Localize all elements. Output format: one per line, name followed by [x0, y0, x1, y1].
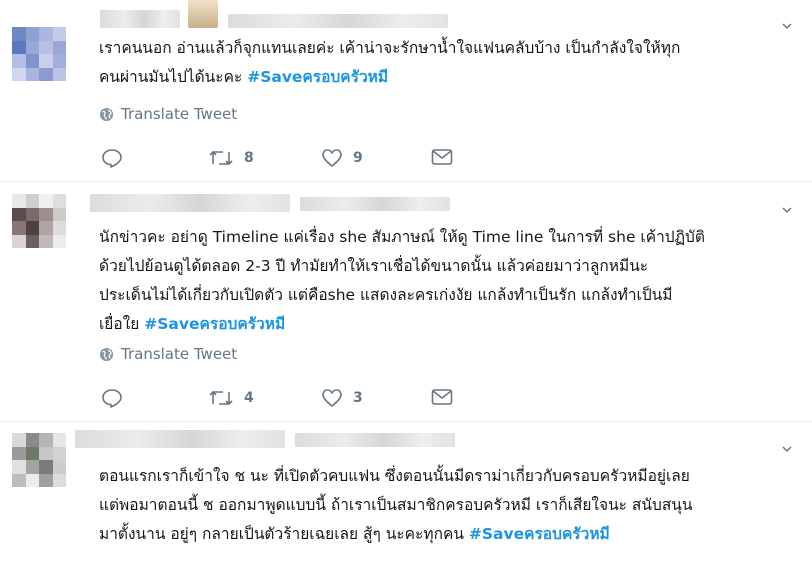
blurred-username[interactable]: [75, 430, 285, 448]
tweet-text: นักข่าวคะ อย่าดู Timeline แค่เรื่อง she …: [99, 223, 799, 339]
heart-icon: [322, 389, 342, 407]
like-button[interactable]: 9: [321, 148, 363, 168]
chevron-down-icon[interactable]: [782, 21, 792, 31]
direct-message-button[interactable]: [431, 388, 453, 406]
retweet-count: 4: [244, 390, 254, 406]
avatar[interactable]: [12, 194, 66, 248]
hashtag-link[interactable]: #Saveครอบครัวหมี: [469, 525, 610, 543]
blurred-username[interactable]: [100, 10, 180, 28]
like-count: 3: [353, 390, 363, 406]
tweet-text: เราคนนอก อ่านแล้วก็จุกแทนเลยค่ะ เค้าน่าจ…: [99, 34, 799, 92]
avatar[interactable]: [12, 27, 66, 81]
reply-button[interactable]: [101, 148, 123, 168]
chevron-down-icon[interactable]: [782, 205, 792, 215]
tweet-3[interactable]: ตอนแรกเราก็เข้าใจ ช นะ ที่เปิดตัวคบแฟน ซ…: [0, 421, 812, 561]
chevron-down-icon[interactable]: [782, 444, 792, 454]
hashtag-link[interactable]: #Saveครอบครัวหมี: [247, 68, 388, 86]
blurred-handle[interactable]: [228, 14, 448, 28]
retweet-button[interactable]: 4: [208, 388, 254, 408]
heart-icon: [322, 149, 342, 167]
tweet-body: เราคนนอก อ่านแล้วก็จุกแทนเลยค่ะ เค้าน่าจ…: [99, 39, 681, 86]
direct-message-button[interactable]: [431, 148, 453, 166]
tweet-2[interactable]: นักข่าวคะ อย่าดู Timeline แค่เรื่อง she …: [0, 181, 812, 422]
retweet-count: 8: [244, 150, 254, 166]
retweet-button[interactable]: 8: [208, 148, 254, 168]
translate-tweet-link[interactable]: Translate Tweet: [99, 105, 237, 123]
globe-icon: [99, 347, 114, 361]
like-count: 9: [353, 150, 363, 166]
hashtag-link[interactable]: #Saveครอบครัวหมี: [144, 315, 285, 333]
like-button[interactable]: 3: [321, 388, 363, 408]
translate-tweet-link[interactable]: Translate Tweet: [99, 345, 237, 363]
blurred-handle[interactable]: [300, 197, 450, 211]
blurred-username[interactable]: [90, 194, 290, 212]
avatar[interactable]: [12, 433, 66, 487]
tweet-1[interactable]: เราคนนอก อ่านแล้วก็จุกแทนเลยค่ะ เค้าน่าจ…: [0, 0, 812, 182]
envelope-icon: [431, 389, 453, 405]
retweet-icon: [209, 391, 233, 405]
reply-button[interactable]: [101, 388, 123, 408]
tweet-text: ตอนแรกเราก็เข้าใจ ช นะ ที่เปิดตัวคบแฟน ซ…: [99, 462, 799, 549]
translate-label: Translate Tweet: [121, 345, 238, 363]
reply-icon: [102, 389, 122, 408]
globe-icon: [99, 107, 114, 121]
translate-label: Translate Tweet: [121, 105, 238, 123]
blurred-handle[interactable]: [295, 433, 455, 447]
envelope-icon: [431, 149, 453, 165]
retweet-icon: [209, 151, 233, 165]
reply-icon: [102, 149, 122, 168]
blurred-username: [188, 0, 218, 28]
